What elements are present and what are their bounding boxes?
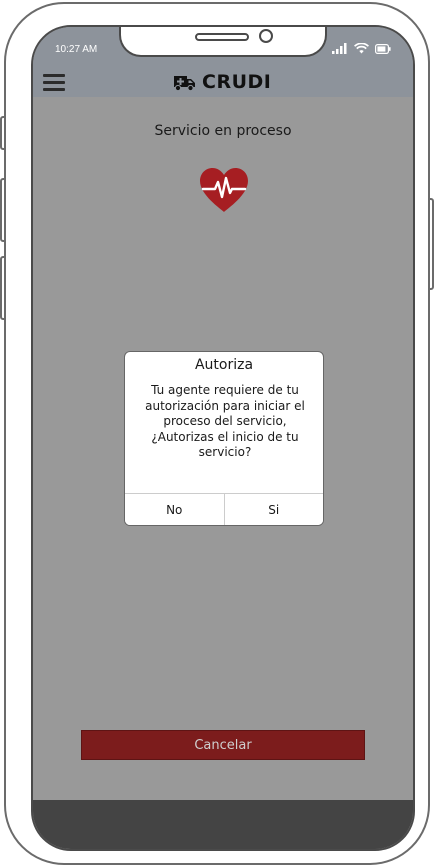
notch (119, 27, 327, 57)
wifi-icon (354, 43, 369, 54)
heartbeat-icon (200, 168, 248, 212)
speaker-grille (195, 33, 249, 41)
yes-button[interactable]: Si (223, 494, 323, 525)
battery-icon (375, 44, 391, 54)
status-time: 10:27 AM (55, 44, 98, 55)
cancel-button[interactable]: Cancelar (81, 730, 365, 760)
dialog-title: Autoriza (194, 357, 254, 373)
ambulance-icon (174, 75, 195, 91)
main-content: Servicio en proceso Autoriza Tu agente r… (33, 97, 413, 797)
page-title: Servicio en proceso (154, 123, 292, 139)
authorization-dialog: Autoriza Tu agente requiere de tu autori… (124, 351, 324, 526)
dialog-actions: No Si (125, 493, 323, 525)
app-header: CRUDI (33, 67, 413, 97)
hamburger-menu-icon[interactable] (43, 74, 65, 92)
phone-screen: 10:27 AM CRUDI Servicio en proceso Autor… (31, 25, 415, 851)
phone-frame: 10:27 AM CRUDI Servicio en proceso Autor… (4, 2, 430, 865)
brand-name: CRUDI (202, 71, 272, 93)
signal-icon (332, 43, 347, 54)
brand: CRUDI (173, 71, 271, 93)
status-icons (332, 43, 391, 54)
front-camera (259, 29, 273, 43)
bottom-bar (33, 800, 413, 849)
dialog-message: Tu agente requiere de tu autorización pa… (145, 383, 305, 459)
no-button[interactable]: No (125, 494, 224, 525)
